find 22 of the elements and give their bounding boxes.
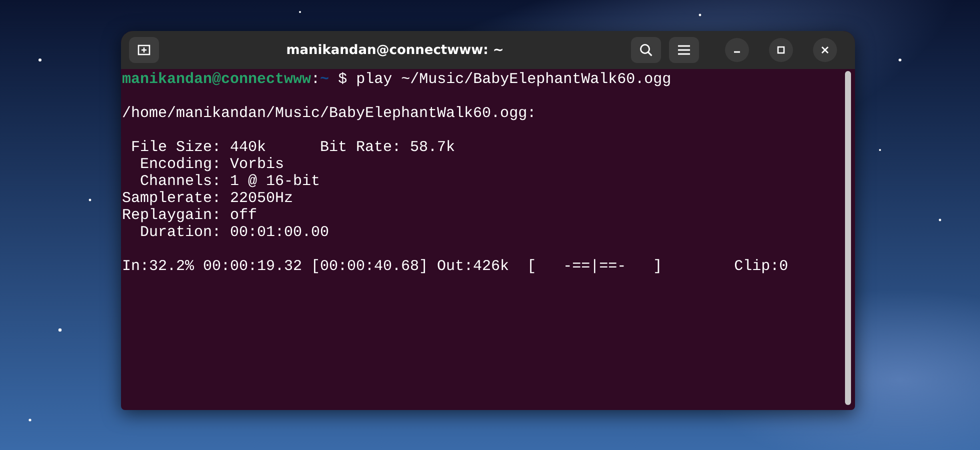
window-title: manikandan@connectwww: ~ xyxy=(286,43,504,58)
close-icon xyxy=(820,45,830,55)
output-line: Samplerate: 22050Hz xyxy=(122,190,294,207)
menu-icon xyxy=(677,44,691,56)
output-line: Channels: 1 @ 16-bit xyxy=(139,173,320,190)
maximize-button[interactable] xyxy=(769,38,793,62)
maximize-icon xyxy=(776,45,786,55)
search-icon xyxy=(639,43,653,57)
new-tab-icon xyxy=(137,43,151,57)
output-line: In:32.2% 00:00:19.32 [00:00:40.68] Out:426k [ -==|==- ] Clip:0 xyxy=(122,258,788,275)
new-tab-button[interactable] xyxy=(129,37,159,63)
minimize-button[interactable] xyxy=(725,38,749,62)
prompt-line: manikandan@connectwww:~ $ play ~/Music/BabyElephantWalk60.ogg xyxy=(122,71,672,88)
output-line: Replaygain: off xyxy=(122,207,258,224)
output-line: Duration: 00:01:00.00 xyxy=(139,224,330,241)
output-line: Encoding: Vorbis xyxy=(139,156,284,173)
menu-button[interactable] xyxy=(669,37,699,63)
scrollbar[interactable] xyxy=(845,71,851,405)
search-button[interactable] xyxy=(631,37,661,63)
close-button[interactable] xyxy=(813,38,837,62)
output-line: /home/manikandan/Music/BabyElephantWalk60.ogg: xyxy=(122,105,536,122)
output-line: File Size: 440k Bit Rate: 58.7k xyxy=(130,139,456,156)
